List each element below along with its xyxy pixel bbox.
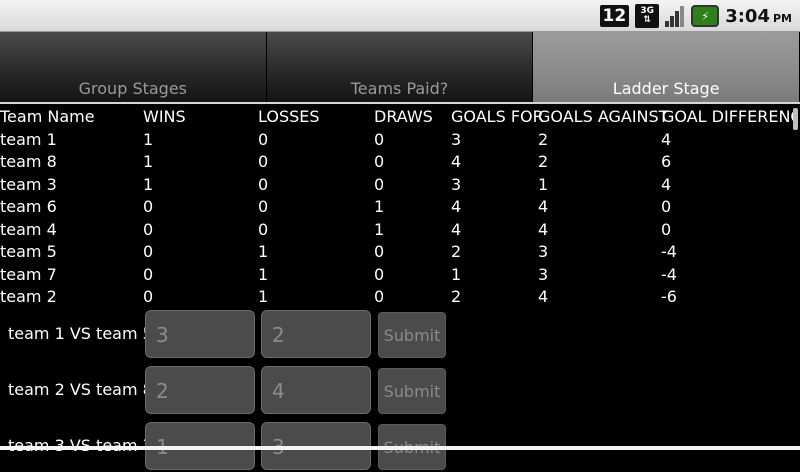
column-header-losses: LOSSES (258, 107, 320, 126)
stat-cell: 0 (258, 174, 269, 194)
stat-cell: 2 (538, 129, 549, 149)
tab-group-stages[interactable]: Group Stages (0, 32, 267, 102)
status-bar: 12 3G ⇅ ⚡ 3:04 PM (0, 0, 800, 32)
match-label: team 2 VS team 8 (8, 380, 153, 399)
tab-bar: Group Stages Teams Paid? Ladder Stage (0, 32, 800, 102)
stat-cell: 3 (451, 129, 462, 149)
stat-cell: 1 (258, 264, 269, 284)
team-name-cell: team 5 (0, 242, 57, 261)
stat-cell: 1 (374, 197, 385, 216)
clock: 3:04 PM (725, 5, 792, 27)
stat-cell: 0 (258, 219, 269, 239)
stat-cell: -4 (661, 242, 677, 261)
stat-cell: 1 (143, 152, 154, 171)
stat-cell: 0 (258, 152, 269, 171)
table-header: Team Name WINS LOSSES DRAWS GOALS FOR GO… (0, 106, 800, 129)
stat-cell: 1 (451, 264, 462, 284)
stat-cell: 6 (661, 152, 672, 171)
screen-bottom-edge (0, 446, 800, 450)
submit-button[interactable]: Submit (378, 312, 446, 358)
stat-cell: 2 (451, 287, 462, 306)
team-name-cell: team 6 (0, 197, 57, 216)
table-row: team 1 1 0 0 3 2 4 (0, 129, 800, 152)
stat-cell: 0 (374, 287, 385, 306)
stat-cell: 1 (538, 174, 549, 194)
stat-cell: 4 (538, 197, 549, 216)
column-header-team-name: Team Name (0, 107, 95, 126)
stat-cell: 0 (143, 197, 154, 216)
table-row: team 6 0 0 1 4 4 0 (0, 196, 800, 219)
match-row: team 1 VS team 5 3 2 Submit (0, 310, 800, 360)
team-name-cell: team 1 (0, 129, 57, 149)
stat-cell: 2 (451, 242, 462, 261)
team-name-cell: team 8 (0, 152, 57, 171)
table-row: team 5 0 1 0 2 3 -4 (0, 241, 800, 264)
stat-cell: 0 (374, 152, 385, 171)
ladder-table: Team Name WINS LOSSES DRAWS GOALS FOR GO… (0, 106, 800, 309)
stat-cell: 1 (258, 242, 269, 261)
away-score-input[interactable]: 4 (261, 366, 371, 414)
table-row: team 3 1 0 0 3 1 4 (0, 174, 800, 197)
stat-cell: 0 (374, 242, 385, 261)
column-header-goals-for: GOALS FOR (451, 107, 544, 126)
team-name-cell: team 7 (0, 264, 57, 284)
tab-teams-paid[interactable]: Teams Paid? (266, 32, 534, 102)
away-score-input[interactable]: 2 (261, 310, 371, 358)
stat-cell: 0 (258, 129, 269, 149)
column-header-goals-against: GOALS AGAINST (538, 107, 669, 126)
stat-cell: 3 (538, 242, 549, 261)
stat-cell: 1 (143, 129, 154, 149)
stat-cell: 0 (258, 197, 269, 216)
home-score-input[interactable]: 2 (145, 366, 255, 414)
stat-cell: 4 (451, 152, 462, 171)
table-row: team 2 0 1 0 2 4 -6 (0, 286, 800, 309)
stat-cell: 4 (451, 197, 462, 216)
stat-cell: 0 (143, 287, 154, 306)
signal-strength-icon (665, 5, 685, 27)
column-header-wins: WINS (143, 107, 186, 126)
table-row: team 4 0 0 1 4 4 0 (0, 219, 800, 242)
submit-button[interactable]: Submit (378, 368, 446, 414)
horizontal-scrollbar[interactable] (793, 108, 798, 130)
tab-ladder-stage[interactable]: Ladder Stage (533, 32, 800, 102)
network-3g-icon: 3G ⇅ (635, 4, 660, 28)
column-header-draws: DRAWS (374, 107, 433, 126)
stat-cell: 4 (451, 219, 462, 239)
stat-cell: 0 (661, 219, 672, 239)
column-header-goal-difference: GOAL DIFFERENCE (662, 107, 794, 126)
stat-cell: 0 (374, 264, 385, 284)
stat-cell: 0 (374, 129, 385, 149)
stat-cell: 0 (143, 219, 154, 239)
stat-cell: 4 (661, 174, 672, 194)
team-name-cell: team 4 (0, 219, 57, 239)
stat-cell: 1 (143, 174, 154, 194)
stat-cell: -6 (661, 287, 677, 306)
stat-cell: 1 (374, 219, 385, 239)
stat-cell: 4 (661, 129, 672, 149)
ladder-rows: team 1 1 0 0 3 2 4 team 8 1 0 0 4 2 6 team 3 1 0 0 3 1 4 team… (0, 129, 800, 309)
stat-cell: 0 (661, 197, 672, 216)
team-name-cell: team 2 (0, 287, 57, 306)
stat-cell: 2 (538, 152, 549, 171)
match-row: team 2 VS team 8 2 4 Submit (0, 366, 800, 416)
home-score-input[interactable]: 3 (145, 310, 255, 358)
tab-divider (0, 102, 800, 104)
match-label: team 1 VS team 5 (8, 324, 153, 343)
team-name-cell: team 3 (0, 174, 57, 194)
stat-cell: 4 (538, 287, 549, 306)
notification-count-icon: 12 (599, 5, 630, 27)
stat-cell: 1 (258, 287, 269, 306)
stat-cell: 3 (538, 264, 549, 284)
stat-cell: -4 (661, 264, 677, 284)
stat-cell: 3 (451, 174, 462, 194)
battery-charging-icon: ⚡ (691, 5, 720, 27)
table-row: team 7 0 1 0 1 3 -4 (0, 264, 800, 287)
table-row: team 8 1 0 0 4 2 6 (0, 151, 800, 174)
stat-cell: 0 (143, 242, 154, 261)
status-icons: 12 3G ⇅ ⚡ 3:04 PM (599, 4, 792, 28)
stat-cell: 0 (374, 174, 385, 194)
stat-cell: 0 (143, 264, 154, 284)
stat-cell: 4 (538, 219, 549, 239)
